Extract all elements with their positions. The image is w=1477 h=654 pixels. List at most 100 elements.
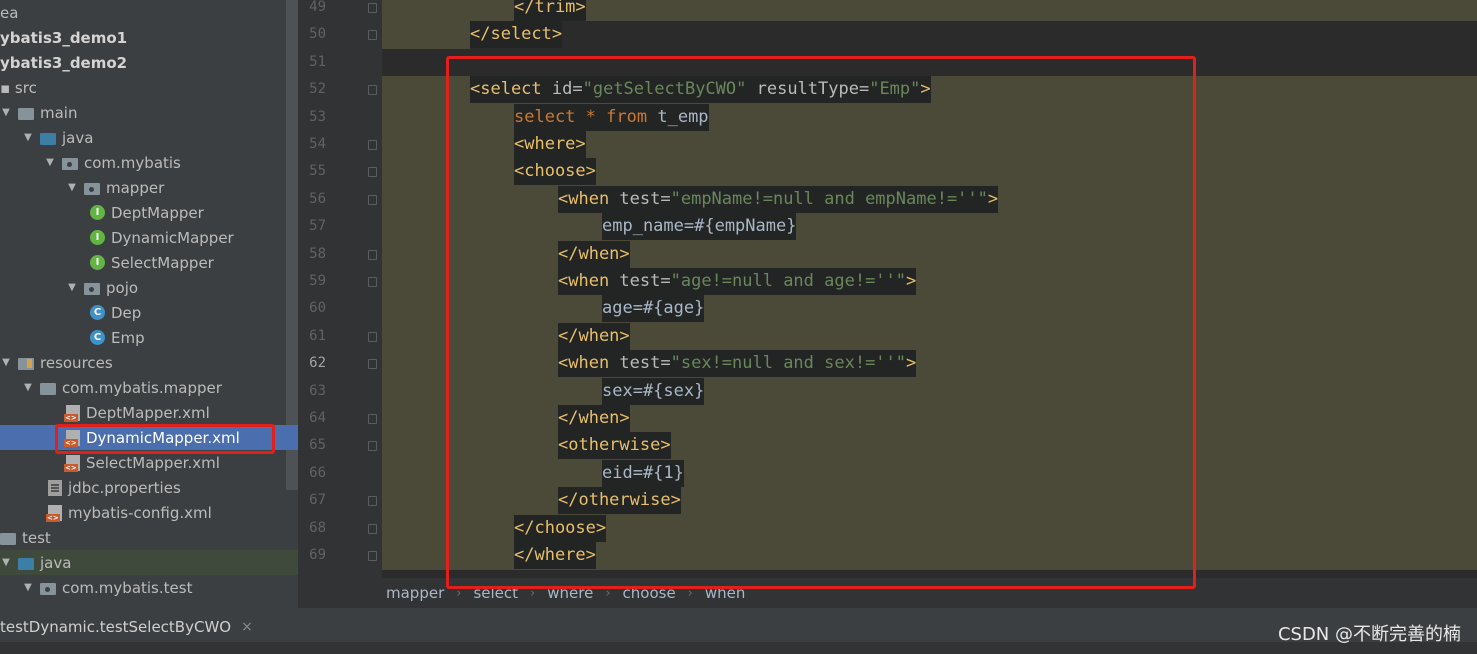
tree-item[interactable]: ▪ src [0, 75, 286, 100]
tree-item[interactable]: ▼ java [0, 125, 298, 150]
package-icon [84, 282, 100, 295]
tree-item-label: SelectMapper [111, 253, 214, 272]
line-number: 50 [309, 26, 326, 43]
interface-icon: I [90, 255, 105, 270]
tree-item[interactable]: ea [0, 0, 286, 25]
tree-item[interactable]: C Dep [0, 300, 298, 325]
package-icon [62, 157, 78, 170]
tree-item-label: jdbc.properties [68, 478, 181, 497]
package-icon [40, 582, 56, 595]
class-icon: C [90, 305, 105, 320]
fold-marker-icon[interactable] [368, 496, 377, 507]
tree-item[interactable]: ▼ resources [0, 350, 286, 375]
tree-item[interactable]: test [0, 525, 286, 550]
tree-item[interactable]: I SelectMapper [0, 250, 298, 275]
tree-item[interactable]: ▼ com.mybatis.mapper [0, 375, 298, 400]
tree-item[interactable]: DeptMapper.xml [0, 400, 298, 425]
breadcrumb-item[interactable]: mapper [386, 584, 444, 602]
line-number: 52 [309, 81, 326, 98]
line-number: 57 [309, 218, 326, 235]
fold-marker-icon[interactable] [368, 140, 377, 150]
tab-run-config[interactable]: testDynamic.testSelectByCWO × [0, 612, 253, 642]
tree-item[interactable]: ▼ mapper [0, 175, 298, 200]
xml-file-icon [64, 404, 80, 422]
code-line[interactable]: </trim> [382, 0, 1477, 22]
code-token: </trim> [514, 0, 586, 17]
line-number: 58 [309, 245, 326, 262]
fold-marker-icon[interactable] [368, 277, 377, 287]
line-number: 66 [309, 464, 326, 481]
tree-item-label: com.mybatis.mapper [62, 378, 222, 397]
tree-item[interactable]: ▼ com.mybatis.test [0, 575, 298, 600]
fold-marker-icon[interactable] [368, 30, 377, 41]
fold-marker-icon[interactable] [368, 441, 377, 452]
folder-icon [18, 557, 34, 570]
line-number: 65 [309, 437, 326, 454]
tree-item-label: Dep [111, 303, 142, 322]
fold-marker-icon[interactable] [368, 3, 377, 13]
tree-item-label: DeptMapper.xml [86, 403, 210, 422]
expand-arrow-icon[interactable]: ▼ [22, 132, 34, 143]
line-number: 51 [309, 53, 326, 70]
tree-item-label: test [22, 528, 51, 547]
line-number: 67 [309, 492, 326, 509]
line-number: 60 [309, 300, 326, 317]
tree-item-label: ▪ src [0, 78, 37, 97]
code-line[interactable]: </select> [382, 21, 1477, 49]
close-icon[interactable]: × [241, 619, 253, 635]
tree-item-label: DeptMapper [111, 203, 204, 222]
properties-file-icon [48, 479, 62, 496]
line-number: 64 [309, 410, 326, 426]
tree-item-label: main [40, 103, 78, 122]
fold-marker-icon[interactable] [368, 359, 377, 370]
tree-item-label: com.mybatis.test [62, 578, 193, 597]
expand-arrow-icon[interactable]: ▼ [66, 182, 78, 193]
expand-arrow-icon[interactable]: ▼ [22, 582, 34, 593]
annotation-box-code [446, 56, 1196, 589]
expand-arrow-icon[interactable]: ▼ [0, 107, 12, 118]
fold-marker-icon[interactable] [368, 523, 377, 534]
tree-item-label: java [62, 128, 94, 147]
line-number: 69 [309, 547, 326, 563]
project-tree[interactable]: ea ybatis3_demo1 ybatis3_demo2 ▪ src ▼ main ▼ j… [0, 0, 298, 608]
expand-arrow-icon[interactable]: ▼ [0, 357, 12, 368]
tree-item-label: resources [40, 353, 113, 372]
expand-arrow-icon[interactable]: ▼ [44, 157, 56, 168]
expand-arrow-icon[interactable]: ▼ [22, 382, 34, 393]
xml-file-icon [46, 504, 62, 522]
expand-arrow-icon[interactable]: ▼ [0, 557, 12, 568]
tree-item[interactable]: I DeptMapper [0, 200, 298, 225]
expand-arrow-icon[interactable]: ▼ [66, 282, 78, 293]
package-icon [84, 182, 100, 195]
fold-marker-icon[interactable] [368, 85, 377, 96]
tree-item[interactable]: ybatis3_demo2 [0, 50, 286, 75]
tree-item[interactable]: ▼ com.mybatis [0, 150, 298, 175]
tree-item[interactable]: ▼ pojo [0, 275, 298, 300]
fold-marker-icon[interactable] [368, 551, 377, 561]
fold-marker-icon[interactable] [368, 331, 377, 342]
fold-marker-icon[interactable] [368, 194, 377, 205]
tree-item-label: SelectMapper.xml [86, 453, 220, 472]
line-number: 61 [309, 327, 326, 344]
tree-item[interactable]: ybatis3_demo1 [0, 25, 286, 50]
xml-file-icon [64, 454, 80, 472]
tree-item[interactable]: I DynamicMapper [0, 225, 298, 250]
tree-item-label: com.mybatis [84, 153, 181, 172]
fold-marker-icon[interactable] [368, 167, 377, 178]
line-number: 68 [309, 519, 326, 536]
tree-item-label: ea [0, 3, 19, 22]
tree-item[interactable]: ▼ java [0, 550, 298, 575]
folder-icon [40, 382, 56, 395]
fold-marker-icon[interactable] [368, 414, 377, 424]
tree-item[interactable]: jdbc.properties [0, 475, 298, 500]
status-strip [0, 642, 1477, 654]
run-tab-label[interactable]: testDynamic.testSelectByCWO [0, 618, 231, 636]
fold-marker-icon[interactable] [368, 249, 377, 260]
tree-item[interactable]: mybatis-config.xml [0, 500, 298, 525]
watermark: CSDN @不断完善的楠 [1277, 624, 1461, 645]
interface-icon: I [90, 230, 105, 245]
folder-icon [40, 132, 56, 145]
line-number: 53 [309, 108, 326, 125]
tree-item[interactable]: ▼ main [0, 100, 286, 125]
tree-item[interactable]: C Emp [0, 325, 298, 350]
